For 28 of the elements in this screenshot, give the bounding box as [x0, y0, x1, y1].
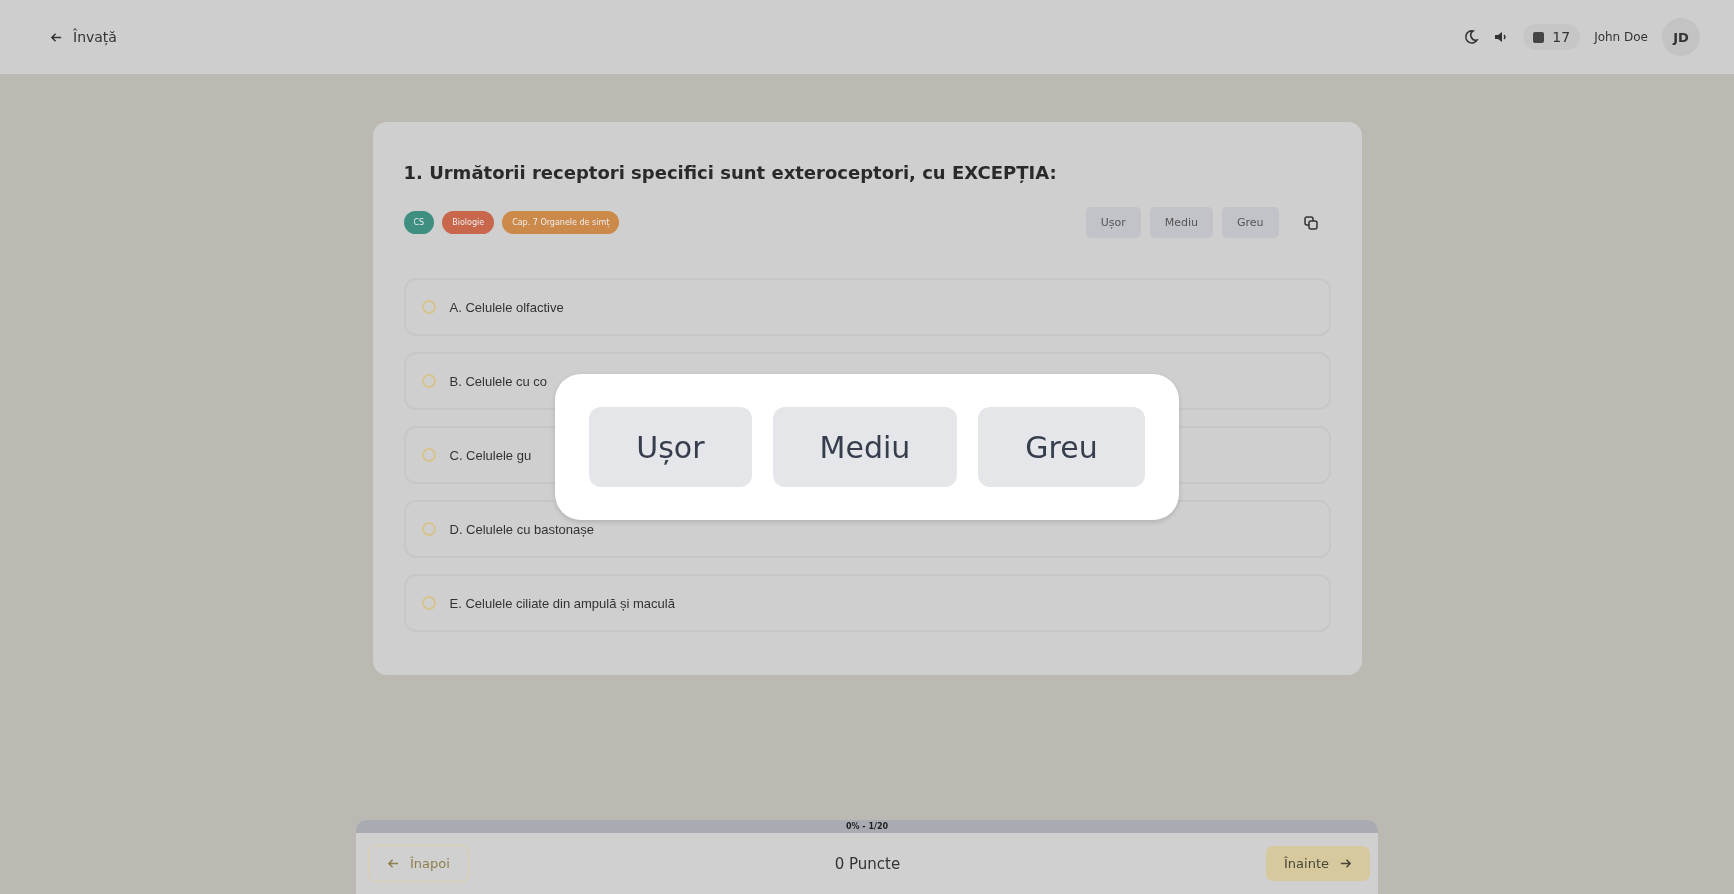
- radio-button[interactable]: [421, 522, 436, 536]
- radio-button[interactable]: [421, 448, 436, 462]
- question-title: 1. Următorii receptori specifici sunt exteroceptori, cu EXCEPȚIA:: [403, 162, 1058, 183]
- tag: Biologie: [442, 211, 495, 234]
- difficulty-button[interactable]: Greu: [1221, 207, 1279, 238]
- radio-button[interactable]: [421, 374, 436, 388]
- difficulty-button[interactable]: Greu: [978, 407, 1145, 487]
- back-arrow-icon: [387, 857, 400, 870]
- difficulty-button[interactable]: Mediu: [772, 407, 958, 487]
- counter-badge: 17: [1523, 24, 1581, 50]
- user-avatar[interactable]: JD: [1662, 18, 1700, 56]
- tag: Cap. 7 Organele de simț: [502, 211, 620, 234]
- user-name: John Doe: [1594, 30, 1648, 44]
- progress-label: 0% - 1/20: [845, 822, 889, 831]
- points-label: 0 Puncte: [834, 854, 901, 873]
- moon-icon[interactable]: [1463, 29, 1480, 45]
- radio-button[interactable]: [421, 596, 436, 610]
- forward-arrow-icon: [1339, 857, 1352, 870]
- tag: CS: [403, 211, 435, 234]
- radio-button[interactable]: [421, 300, 436, 314]
- back-link[interactable]: Învață: [50, 29, 117, 45]
- difficulty-button[interactable]: Mediu: [1149, 207, 1213, 238]
- difficulty-button[interactable]: Ușor: [1085, 207, 1141, 238]
- answer-option[interactable]: E. Celulele ciliate din ampulă și maculă: [403, 574, 1331, 632]
- difficulty-button[interactable]: Ușor: [589, 407, 752, 487]
- next-button[interactable]: Înainte: [1266, 846, 1370, 881]
- copy-icon[interactable]: [1302, 214, 1319, 231]
- answer-option[interactable]: A. Celulele olfactive: [403, 278, 1331, 336]
